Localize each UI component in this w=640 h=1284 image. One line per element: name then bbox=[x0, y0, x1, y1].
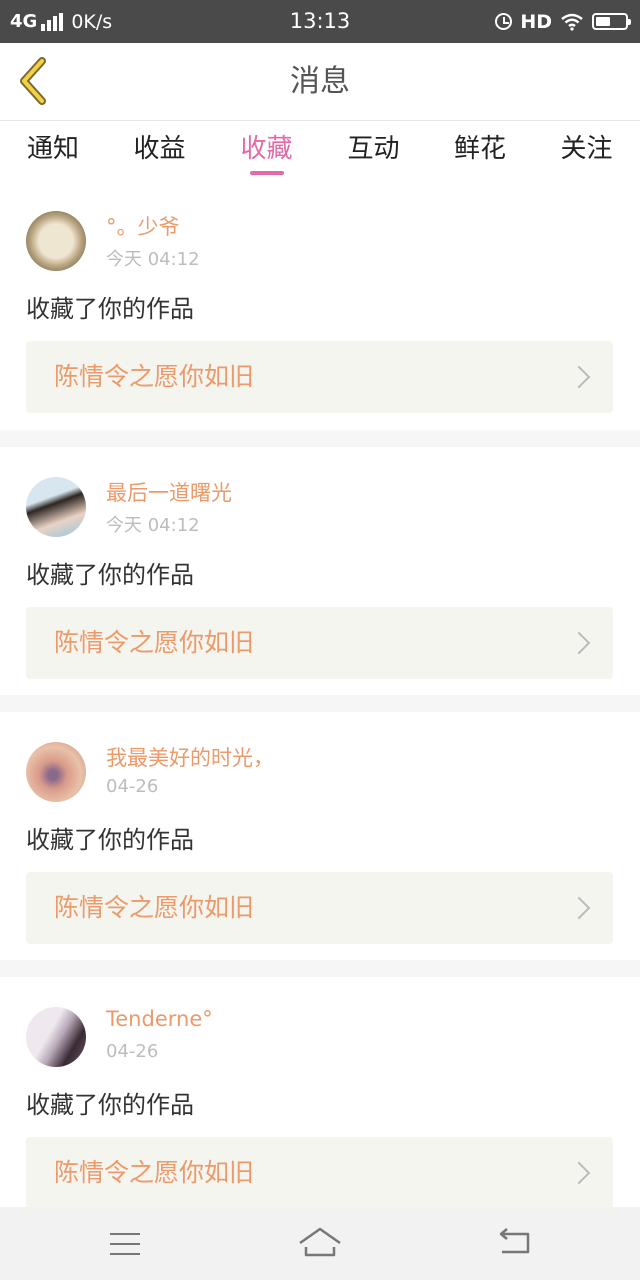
menu-icon bbox=[110, 1233, 140, 1255]
card-separator bbox=[0, 960, 640, 977]
username[interactable]: Tenderne° bbox=[106, 1007, 213, 1031]
active-tab-indicator bbox=[249, 171, 284, 175]
message-card: 最后一道曙光 今天 04:12 收藏了你的作品 陈情令之愿你如旧 bbox=[0, 447, 640, 695]
tab-bar: 通知 收益 收藏 互动 鲜花 关注 bbox=[0, 121, 640, 181]
chevron-right-icon bbox=[567, 896, 591, 920]
card-separator bbox=[0, 695, 640, 712]
avatar[interactable] bbox=[26, 1007, 86, 1067]
hd-indicator: HD bbox=[520, 10, 552, 33]
tab-label: 收藏 bbox=[240, 134, 293, 164]
tab-earnings[interactable]: 收益 bbox=[106, 121, 213, 181]
card-separator bbox=[0, 430, 640, 447]
chevron-left-icon bbox=[20, 57, 46, 105]
home-icon bbox=[299, 1227, 341, 1257]
work-link[interactable]: 陈情令之愿你如旧 bbox=[26, 1137, 613, 1209]
tab-label: 收益 bbox=[133, 134, 186, 164]
timestamp: 04-26 bbox=[106, 1041, 159, 1062]
work-title: 陈情令之愿你如旧 bbox=[54, 1158, 255, 1187]
chevron-right-icon bbox=[567, 1161, 591, 1185]
tab-notice[interactable]: 通知 bbox=[0, 121, 106, 181]
tab-label: 互动 bbox=[347, 134, 400, 164]
header: 消息 bbox=[0, 43, 640, 120]
timestamp: 今天 04:12 bbox=[106, 515, 200, 536]
chevron-right-icon bbox=[567, 365, 591, 389]
message-card: °。少爷 今天 04:12 收藏了你的作品 陈情令之愿你如旧 bbox=[0, 181, 640, 429]
tab-label: 鲜花 bbox=[453, 134, 506, 164]
alarm-icon bbox=[495, 13, 513, 30]
avatar[interactable] bbox=[26, 742, 86, 802]
home-button[interactable] bbox=[280, 1207, 360, 1280]
message-card: 我最美好的时光， 04-26 收藏了你的作品 陈情令之愿你如旧 bbox=[0, 712, 640, 960]
menu-button[interactable] bbox=[84, 1207, 164, 1280]
tab-label: 通知 bbox=[26, 134, 79, 164]
work-title: 陈情令之愿你如旧 bbox=[54, 362, 255, 391]
timestamp: 今天 04:12 bbox=[106, 249, 200, 270]
username[interactable]: °。少爷 bbox=[106, 211, 180, 241]
action-text: 收藏了你的作品 bbox=[26, 295, 194, 323]
status-bar: 4G 0K/s 13:13 HD bbox=[0, 0, 640, 43]
timestamp: 04-26 bbox=[106, 776, 159, 797]
message-card: Tenderne° 04-26 收藏了你的作品 陈情令之愿你如旧 bbox=[0, 977, 640, 1225]
work-link[interactable]: 陈情令之愿你如旧 bbox=[26, 341, 613, 413]
avatar[interactable] bbox=[26, 211, 86, 271]
back-icon bbox=[499, 1228, 530, 1254]
page-title: 消息 bbox=[290, 64, 350, 99]
action-text: 收藏了你的作品 bbox=[26, 1091, 194, 1119]
wifi-icon bbox=[561, 13, 583, 31]
action-text: 收藏了你的作品 bbox=[26, 826, 194, 854]
work-title: 陈情令之愿你如旧 bbox=[54, 628, 255, 657]
avatar[interactable] bbox=[26, 477, 86, 537]
username[interactable]: 最后一道曙光 bbox=[106, 477, 232, 507]
chevron-right-icon bbox=[567, 631, 591, 655]
tab-favorites[interactable]: 收藏 bbox=[213, 121, 320, 181]
back-nav-button[interactable] bbox=[476, 1207, 556, 1280]
work-link[interactable]: 陈情令之愿你如旧 bbox=[26, 607, 613, 679]
tab-flowers[interactable]: 鲜花 bbox=[427, 121, 533, 181]
username[interactable]: 我最美好的时光， bbox=[106, 742, 274, 772]
system-nav-bar bbox=[0, 1207, 640, 1280]
work-title: 陈情令之愿你如旧 bbox=[54, 893, 255, 922]
action-text: 收藏了你的作品 bbox=[26, 561, 194, 589]
back-button[interactable] bbox=[12, 55, 64, 107]
tab-interaction[interactable]: 互动 bbox=[320, 121, 427, 181]
battery-icon bbox=[592, 13, 631, 30]
tab-label: 关注 bbox=[560, 134, 613, 164]
work-link[interactable]: 陈情令之愿你如旧 bbox=[26, 872, 613, 944]
tab-follow[interactable]: 关注 bbox=[533, 121, 640, 181]
